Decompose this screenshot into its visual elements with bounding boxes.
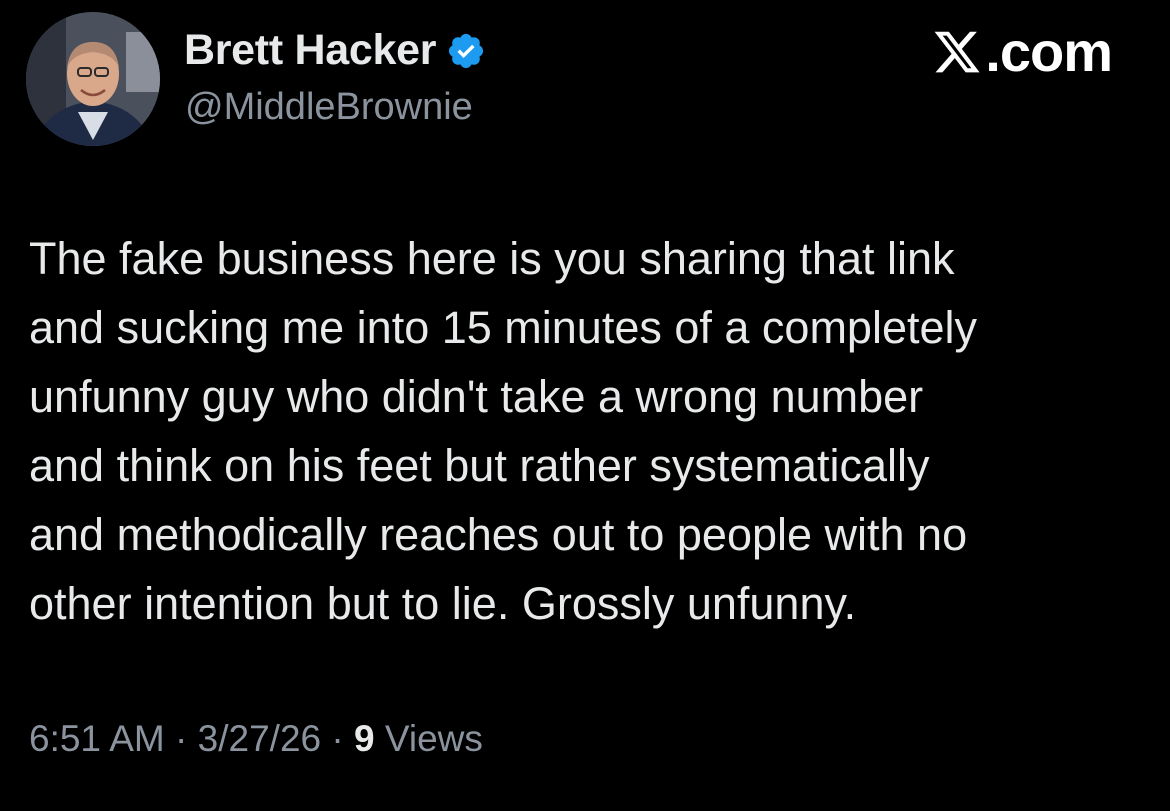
author-name-row: Brett Hacker xyxy=(184,26,486,75)
meta-separator: · xyxy=(164,718,198,759)
brand-domain: .com xyxy=(985,20,1113,83)
avatar[interactable] xyxy=(26,12,160,146)
verified-badge-icon xyxy=(449,33,484,68)
author-handle[interactable]: @MiddleBrownie xyxy=(185,86,473,129)
views-label: Views xyxy=(374,718,483,759)
tweet-text: The fake business here is you sharing th… xyxy=(29,233,978,629)
views-count[interactable]: 9 xyxy=(354,718,375,759)
meta-separator: · xyxy=(321,718,354,759)
x-brand: .com xyxy=(931,20,1113,83)
profile-photo xyxy=(26,12,160,146)
author-display-name[interactable]: Brett Hacker xyxy=(184,26,436,75)
tweet-time[interactable]: 6:51 AM xyxy=(29,718,165,759)
x-logo-icon xyxy=(934,31,980,73)
tweet-meta: 6:51 AM · 3/27/26 · 9 Views xyxy=(29,718,483,760)
tweet-date[interactable]: 3/27/26 xyxy=(198,718,321,759)
